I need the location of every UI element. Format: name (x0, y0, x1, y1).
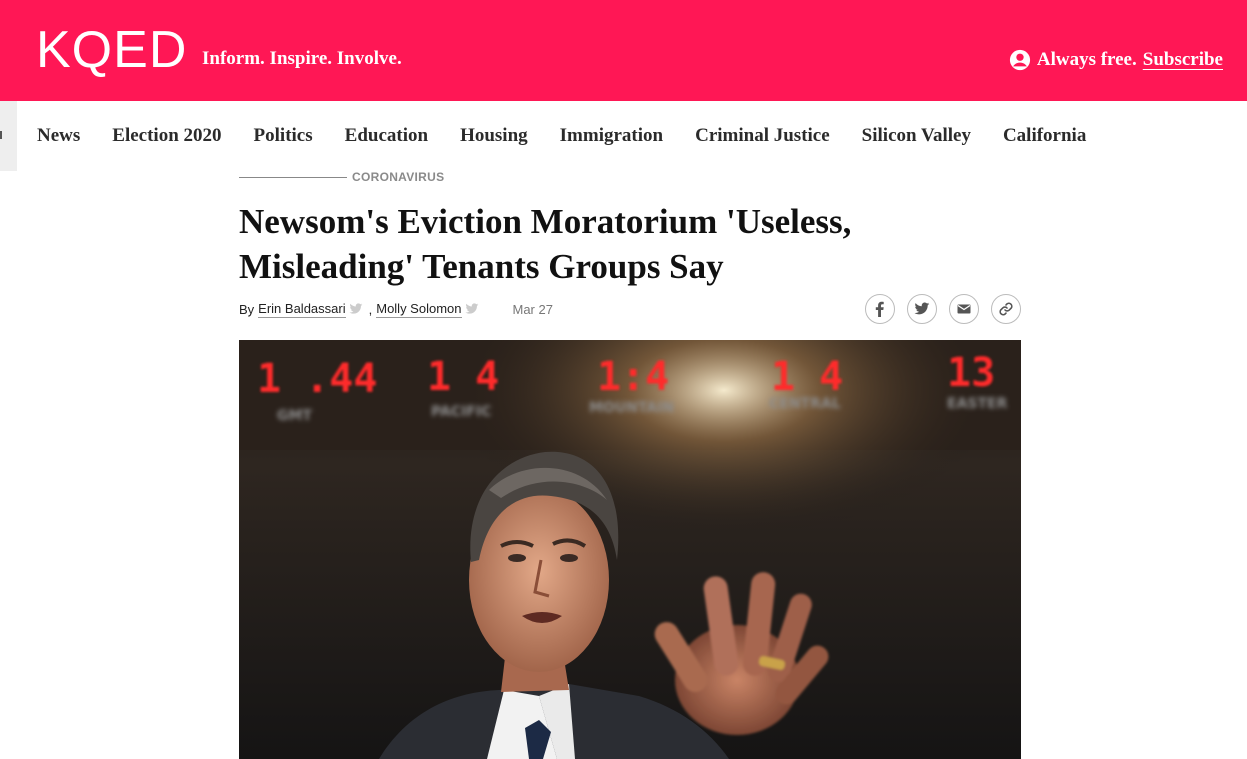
kqed-logo[interactable]: KQED (36, 22, 187, 78)
category-rule (239, 176, 347, 178)
clock-readout: 1 4 (771, 354, 843, 400)
nav-item-election-2020[interactable]: Election 2020 (112, 125, 221, 147)
clock-readout: 1:4 (597, 354, 669, 400)
clock-label: EASTER (947, 396, 1008, 412)
author-link[interactable]: Erin Baldassari (258, 301, 346, 318)
clock-label: CENTRAL (769, 396, 841, 412)
email-icon (957, 304, 971, 314)
nav-item-california[interactable]: California (1003, 125, 1086, 147)
nav-item-politics[interactable]: Politics (254, 125, 313, 147)
article-byline: By Erin Baldassari , Molly Solomon Mar 2… (239, 300, 553, 318)
share-twitter-button[interactable] (907, 294, 937, 324)
main-nav: News Election 2020 Politics Education Ho… (0, 101, 1247, 171)
nav-item-immigration[interactable]: Immigration (560, 125, 663, 147)
clock-readout: 1 .44 (257, 356, 377, 402)
author-twitter-icon[interactable] (349, 303, 363, 315)
article-category: CORONAVIRUS (239, 170, 444, 184)
hero-image[interactable]: 1 .44 1 4 1:4 1 4 13 GMT PACIFIC MOUNTAI… (239, 340, 1021, 759)
headline-line-2: Misleading' Tenants Groups Say (239, 247, 724, 286)
account-area: Always free. Subscribe (1009, 46, 1223, 74)
author-separator: , (368, 301, 373, 317)
site-tagline: Inform. Inspire. Involve. (202, 48, 402, 69)
author-twitter-icon[interactable] (464, 303, 479, 315)
clock-label: PACIFIC (431, 404, 491, 420)
user-account-icon[interactable] (1009, 49, 1031, 71)
nav-item-housing[interactable]: Housing (460, 125, 528, 147)
nav-scroll-edge[interactable] (0, 101, 17, 171)
link-icon (999, 302, 1013, 316)
twitter-icon (914, 302, 930, 315)
share-facebook-button[interactable] (865, 294, 895, 324)
category-label[interactable]: CORONAVIRUS (352, 170, 444, 184)
nav-item-education[interactable]: Education (345, 125, 428, 147)
hero-photo-illustration: 1 .44 1 4 1:4 1 4 13 GMT PACIFIC MOUNTAI… (239, 340, 1021, 759)
nav-item-silicon-valley[interactable]: Silicon Valley (862, 125, 971, 147)
nav-list: News Election 2020 Politics Education Ho… (37, 125, 1118, 147)
nav-item-news[interactable]: News (37, 125, 80, 147)
author-link[interactable]: Molly Solomon (376, 301, 462, 318)
nav-item-criminal-justice[interactable]: Criminal Justice (695, 125, 830, 147)
clock-label: GMT (277, 408, 312, 424)
article-headline: Newsom's Eviction Moratorium 'Useless, M… (239, 199, 999, 289)
facebook-icon (875, 301, 884, 317)
clock-readout: 13 (947, 350, 995, 396)
headline-line-1: Newsom's Eviction Moratorium 'Useless, (239, 202, 852, 241)
site-header: KQED Inform. Inspire. Involve. Always fr… (0, 0, 1247, 101)
copy-link-button[interactable] (991, 294, 1021, 324)
share-email-button[interactable] (949, 294, 979, 324)
clock-readout: 1 4 (427, 354, 499, 400)
share-buttons (865, 294, 1021, 324)
byline-prefix: By (239, 301, 255, 317)
always-free-text: Always free. (1036, 49, 1137, 70)
clock-label: MOUNTAIN (589, 400, 674, 416)
subscribe-link[interactable]: Subscribe (1143, 49, 1223, 71)
article-date: Mar 27 (512, 301, 553, 317)
